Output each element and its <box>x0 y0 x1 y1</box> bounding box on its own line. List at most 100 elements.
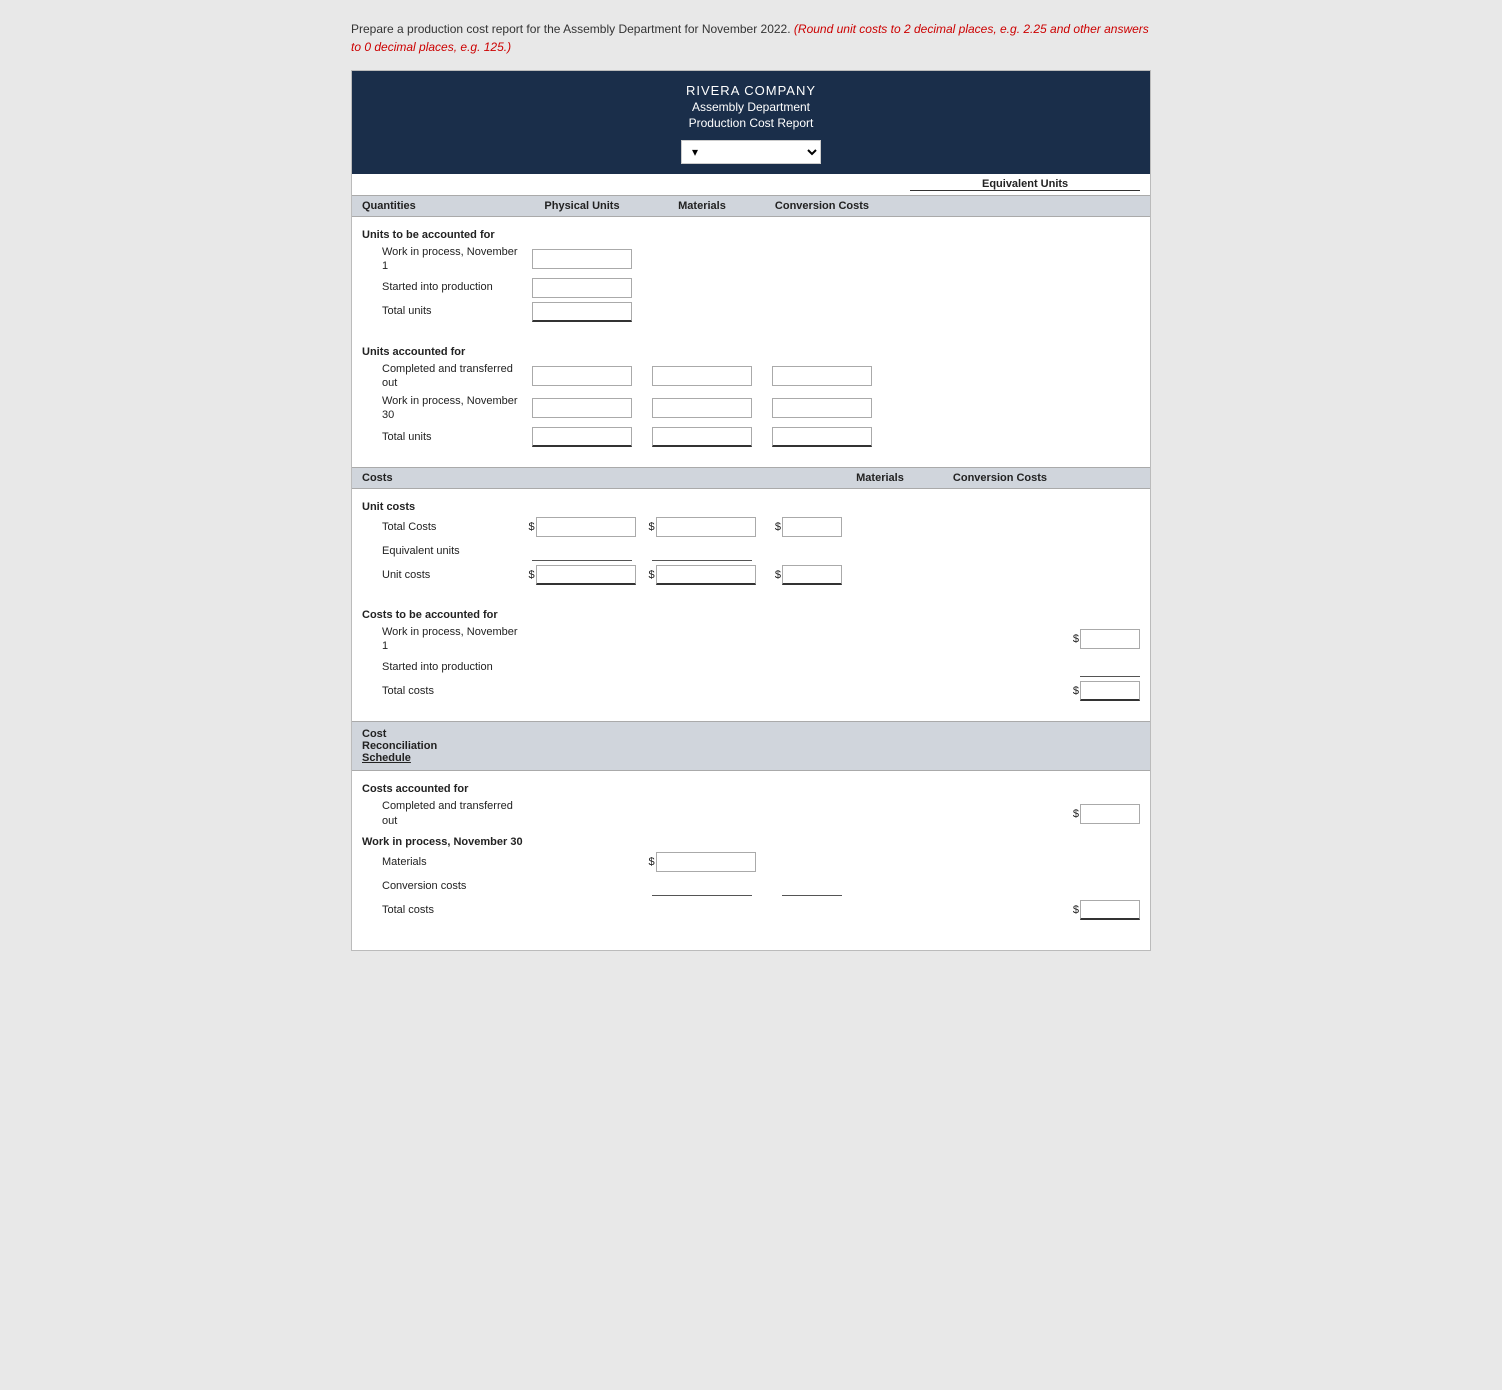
wip-nov1-physical-input[interactable] <box>532 249 632 269</box>
total-costs-conversion-cell: $ <box>642 517 762 537</box>
wip-nov30-conversion-cell <box>762 398 882 418</box>
recon-conversion-total-input[interactable] <box>782 876 842 896</box>
col-quantities-header: Quantities <box>362 200 522 212</box>
total-units2-conversion-input[interactable] <box>772 427 872 447</box>
instructions: Prepare a production cost report for the… <box>351 20 1151 56</box>
total-units2-physical-cell <box>522 427 642 447</box>
total-units-physical-input[interactable] <box>532 302 632 322</box>
report-title: Production Cost Report <box>362 116 1140 130</box>
total-costs-total-cell: $ <box>762 517 842 537</box>
costs-wip-nov1-row: Work in process, November 1 $ <box>362 625 1140 654</box>
costs-wip-nov1-total-cell: $ <box>1060 629 1140 649</box>
unit-costs-conversion-input[interactable] <box>656 565 756 585</box>
recon-total-costs-total-input[interactable] <box>1080 900 1140 920</box>
completed-transferred-physical-input[interactable] <box>532 366 632 386</box>
col-costs-conversion-header: Conversion Costs <box>940 472 1060 484</box>
wip-nov30-conversion-input[interactable] <box>772 398 872 418</box>
recon-total-costs-label: Total costs <box>362 903 522 917</box>
report-container: RIVERA COMPANY Assembly Department Produ… <box>351 70 1151 951</box>
wip-nov1-physical-cell <box>522 249 642 269</box>
unit-costs-materials-cell: $ <box>522 565 642 585</box>
recon-total-costs-row: Total costs $ <box>362 900 1140 920</box>
equiv-units-costs-row: Equivalent units <box>362 541 1140 561</box>
total-costs-materials-input[interactable] <box>536 517 636 537</box>
costs-accounted-label: Costs accounted for <box>362 783 1140 795</box>
recon-completed-row: Completed and transferred out $ <box>362 799 1140 828</box>
unit-costs-group-label: Unit costs <box>362 501 1140 513</box>
units-to-account-label: Units to be accounted for <box>362 229 1140 241</box>
period-dropdown[interactable]: ▾ <box>681 140 821 164</box>
dollar-sign-5: $ <box>648 569 654 581</box>
completed-transferred-materials-input[interactable] <box>652 366 752 386</box>
started-production-physical-input[interactable] <box>532 278 632 298</box>
recon-conversion-total-cell <box>762 876 842 896</box>
costs-started-prod-total-cell <box>1060 657 1140 677</box>
recon-header-line1: Cost <box>362 728 386 740</box>
total-costs-label: Total Costs <box>362 520 522 534</box>
department-title: Assembly Department <box>362 100 1140 114</box>
recon-conversion-label: Conversion costs <box>362 879 522 893</box>
started-production-row: Started into production <box>362 278 1140 298</box>
wip-nov30-row: Work in process, November 30 <box>362 394 1140 423</box>
total-costs-materials-cell: $ <box>522 517 642 537</box>
wip-nov1-label: Work in process, November 1 <box>362 245 522 274</box>
dollar-sign-4: $ <box>528 569 534 581</box>
col-costs-materials-header: Materials <box>820 472 940 484</box>
unit-costs-materials-input[interactable] <box>536 565 636 585</box>
recon-conversion-input[interactable] <box>652 876 752 896</box>
completed-transferred-row: Completed and transferred out <box>362 362 1140 391</box>
quantities-header-row: Quantities Physical Units Materials Conv… <box>352 195 1150 217</box>
costs-to-account-label: Costs to be accounted for <box>362 609 1140 621</box>
total-costs-row: Total Costs $ $ $ <box>362 517 1140 537</box>
equiv-units-materials-cell <box>522 541 642 561</box>
total-costs-total-input[interactable] <box>782 517 842 537</box>
wip-nov1-row: Work in process, November 1 <box>362 245 1140 274</box>
unit-costs-total-input[interactable] <box>782 565 842 585</box>
col-conversion-header: Conversion Costs <box>762 200 882 212</box>
costs-total-costs-row: Total costs $ <box>362 681 1140 701</box>
total-units-row: Total units <box>362 302 1140 322</box>
costs-wip-nov1-total-input[interactable] <box>1080 629 1140 649</box>
wip-nov30-materials-cell <box>642 398 762 418</box>
costs-total-costs-total-cell: $ <box>1060 681 1140 701</box>
started-production-label: Started into production <box>362 280 522 294</box>
dollar-sign-9: $ <box>1073 808 1079 820</box>
costs-total-costs-total-input[interactable] <box>1080 681 1140 701</box>
recon-materials-input[interactable] <box>656 852 756 872</box>
total-units2-physical-input[interactable] <box>532 427 632 447</box>
recon-wip-nov30-label: Work in process, November 30 <box>362 836 1140 848</box>
wip-nov30-materials-input[interactable] <box>652 398 752 418</box>
dollar-sign-6: $ <box>775 569 781 581</box>
costs-started-prod-total-input[interactable] <box>1080 657 1140 677</box>
equiv-units-materials-input[interactable] <box>532 541 632 561</box>
total-units2-materials-input[interactable] <box>652 427 752 447</box>
completed-transferred-conversion-input[interactable] <box>772 366 872 386</box>
instructions-main: Prepare a production cost report for the… <box>351 22 791 36</box>
wip-nov30-physical-cell <box>522 398 642 418</box>
recon-completed-total-input[interactable] <box>1080 804 1140 824</box>
completed-transferred-conversion-cell <box>762 366 882 386</box>
wip-nov30-label: Work in process, November 30 <box>362 394 522 423</box>
completed-transferred-label: Completed and transferred out <box>362 362 522 391</box>
wip-nov30-physical-input[interactable] <box>532 398 632 418</box>
recon-completed-label: Completed and transferred out <box>362 799 522 828</box>
reconciliation-header: Cost Reconciliation Schedule <box>352 721 1150 771</box>
total-units2-row: Total units <box>362 427 1140 447</box>
recon-conversion-cell <box>642 876 762 896</box>
recon-materials-row: Materials $ <box>362 852 1140 872</box>
col-materials-header: Materials <box>642 200 762 212</box>
completed-transferred-materials-cell <box>642 366 762 386</box>
completed-transferred-physical-cell <box>522 366 642 386</box>
units-accounted-label: Units accounted for <box>362 346 1140 358</box>
recon-materials-cell: $ <box>642 852 762 872</box>
recon-materials-label: Materials <box>362 855 522 869</box>
quantities-section: Units to be accounted for Work in proces… <box>352 217 1150 457</box>
total-costs-conversion-input[interactable] <box>656 517 756 537</box>
equiv-units-conversion-input[interactable] <box>652 541 752 561</box>
equiv-units-header: Equivalent Units <box>352 174 1150 195</box>
col-costs-header: Costs <box>362 472 820 484</box>
recon-completed-total-cell: $ <box>1060 804 1140 824</box>
started-production-physical-cell <box>522 278 642 298</box>
company-name: RIVERA COMPANY <box>362 83 1140 98</box>
total-units2-materials-cell <box>642 427 762 447</box>
